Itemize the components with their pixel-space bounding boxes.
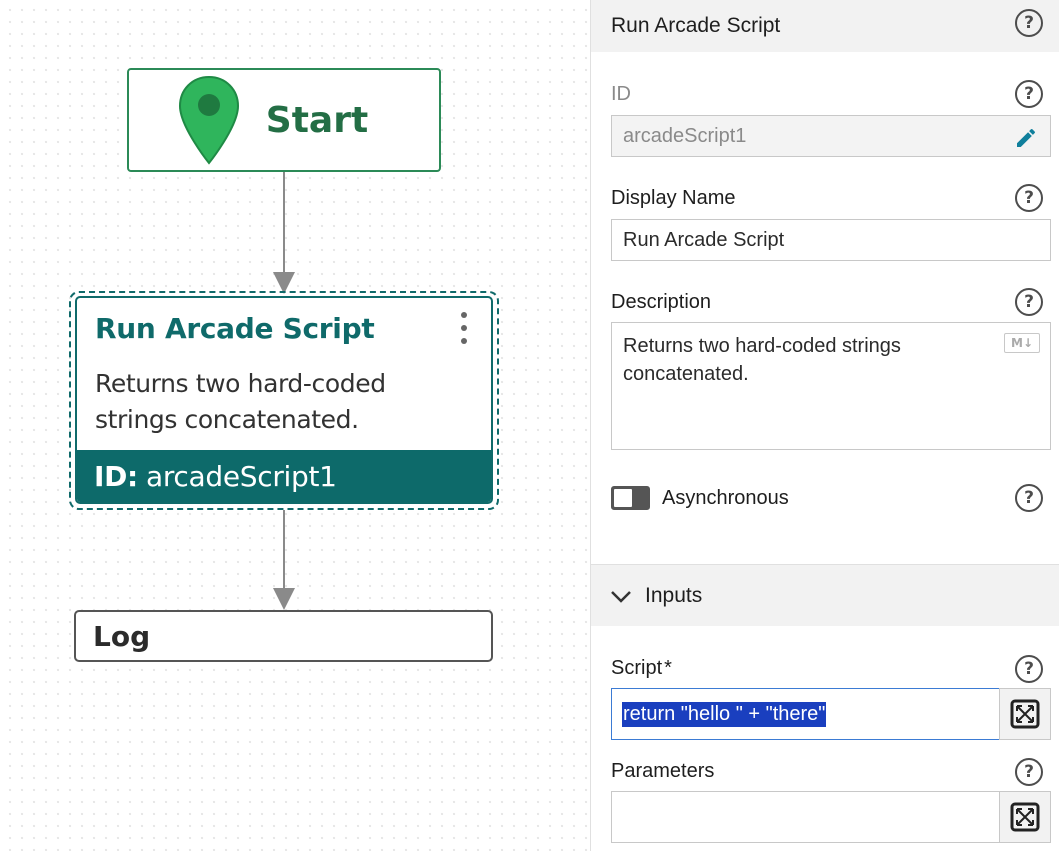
display-name-input[interactable]: Run Arcade Script [611,219,1051,261]
display-name-label: Display Name [611,187,736,209]
pencil-icon[interactable] [1014,126,1038,150]
help-icon[interactable]: ? [1015,484,1043,512]
properties-panel: Run Arcade Script ? ID ? arcadeScript1 D… [590,0,1059,851]
description-value: Returns two hard-coded strings concatena… [623,335,901,385]
help-icon[interactable]: ? [1015,288,1043,316]
display-name-value: Run Arcade Script [623,228,785,251]
help-icon[interactable]: ? [1015,758,1043,786]
step-description: Returns two hard-coded strings concatena… [95,369,386,434]
connector-arrow-2 [273,588,295,610]
start-node-label: Start [265,99,369,141]
help-icon[interactable]: ? [1015,184,1043,212]
markdown-icon: M↓ [1004,333,1040,353]
workflow-canvas[interactable]: Start Run Arcade Script Returns two hard… [0,0,590,851]
step-id-value: arcadeScript1 [145,459,337,493]
chevron-down-icon [611,590,631,603]
step-title: Run Arcade Script [95,312,375,345]
help-icon[interactable]: ? [1015,80,1043,108]
script-step-node[interactable]: Run Arcade Script Returns two hard-coded… [75,296,493,504]
inputs-section-header[interactable]: Inputs [591,564,1059,626]
asynchronous-label: Asynchronous [662,487,789,509]
map-pin-icon [178,75,239,165]
parameters-label: Parameters [611,760,715,782]
log-node-label: Log [93,619,151,653]
parameters-input[interactable] [611,791,1000,843]
expand-icon [1010,802,1040,832]
description-textarea[interactable]: Returns two hard-coded strings concatena… [611,322,1051,450]
log-node[interactable]: Log [74,610,493,662]
step-id-footer: ID: arcadeScript1 [77,450,491,502]
inputs-section-label: Inputs [645,583,703,607]
help-icon[interactable]: ? [1015,655,1043,683]
panel-title: Run Arcade Script [611,14,781,37]
script-label: Script * [611,657,672,679]
description-label: Description [611,291,712,313]
step-id-prefix: ID: [94,459,138,493]
help-icon[interactable]: ? [1015,9,1043,37]
script-input[interactable]: return "hello " + "there" [611,688,1000,740]
script-value: return "hello " + "there" [622,701,827,727]
start-node[interactable]: Start [127,68,441,172]
panel-header: Run Arcade Script [591,0,1059,52]
id-field: arcadeScript1 [611,115,1051,157]
more-vertical-icon[interactable] [457,308,471,348]
required-mark: * [664,657,672,679]
asynchronous-toggle[interactable] [611,486,650,510]
parameters-expand-button[interactable] [999,791,1051,843]
expand-icon [1010,699,1040,729]
script-expand-button[interactable] [999,688,1051,740]
id-field-value: arcadeScript1 [623,124,747,147]
id-label: ID [611,83,631,105]
